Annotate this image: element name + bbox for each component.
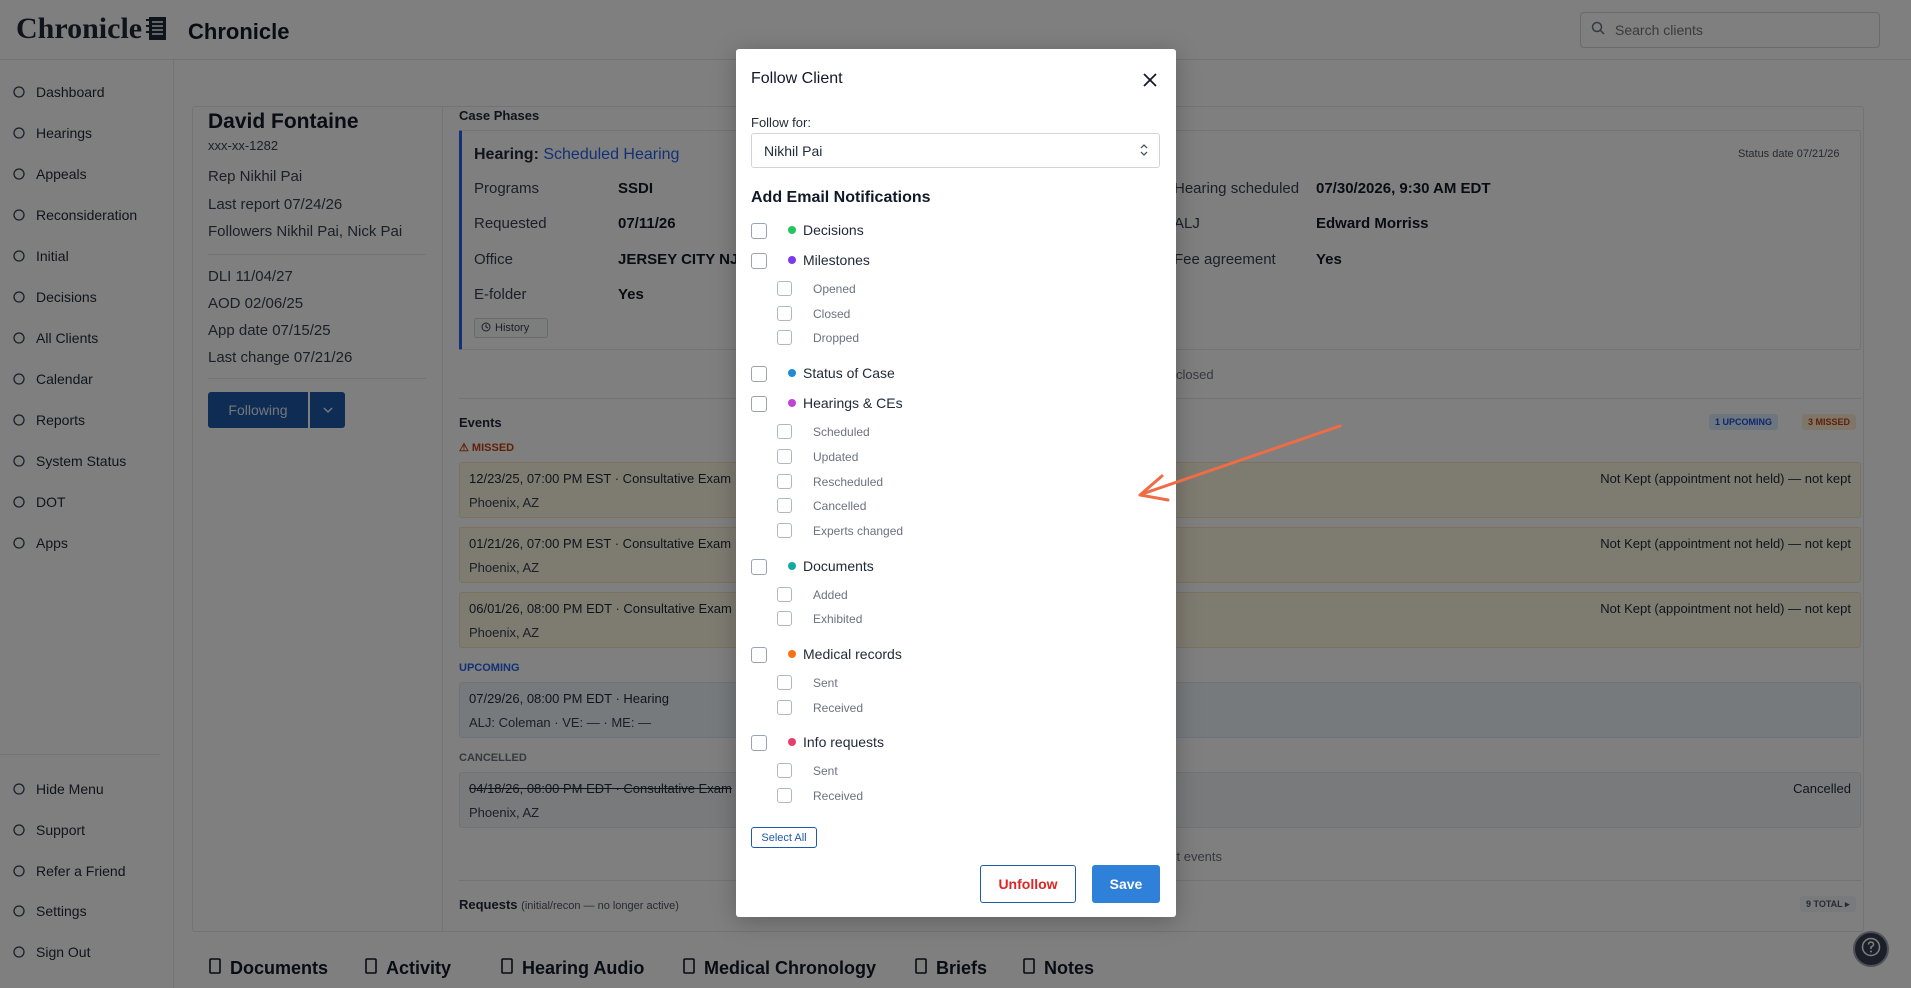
category-color-dot bbox=[788, 369, 796, 378]
follow-for-label: Follow for: bbox=[751, 115, 811, 130]
unfollow-button[interactable]: Unfollow bbox=[980, 865, 1076, 903]
subcategory-label: Received bbox=[813, 700, 864, 715]
select-all-button[interactable]: Select All bbox=[751, 827, 817, 848]
category-label: Status of Case bbox=[803, 365, 895, 382]
notification-category: Status of Case bbox=[788, 365, 895, 381]
category-checkbox[interactable] bbox=[751, 558, 767, 575]
subcategory-label: Rescheduled bbox=[813, 474, 884, 489]
category-label: Milestones bbox=[803, 252, 870, 268]
subcategory-label: Dropped bbox=[813, 331, 860, 346]
category-checkbox[interactable] bbox=[751, 647, 767, 663]
category-color-dot bbox=[788, 650, 796, 658]
chevron-updown-icon bbox=[1139, 143, 1149, 160]
subcategory-checkbox[interactable] bbox=[777, 675, 792, 690]
notification-category: Decisions bbox=[788, 222, 864, 238]
category-color-dot bbox=[788, 256, 796, 264]
annotation-arrow bbox=[1138, 424, 1342, 502]
subcategory-checkbox[interactable] bbox=[777, 424, 792, 440]
category-color-dot bbox=[788, 738, 796, 747]
follow-for-select[interactable]: Nikhil Pai bbox=[751, 133, 1160, 168]
subcategory-label: Received bbox=[813, 789, 864, 804]
subcategory-label: Opened bbox=[813, 282, 856, 296]
subcategory-label: Closed bbox=[813, 306, 851, 321]
category-color-dot bbox=[788, 226, 796, 234]
category-label: Documents bbox=[803, 557, 874, 574]
email-notifications-title: Add Email Notifications bbox=[751, 189, 931, 206]
notification-category: Medical records bbox=[788, 646, 902, 662]
category-checkbox[interactable] bbox=[751, 366, 767, 383]
subcategory-label: Updated bbox=[813, 449, 859, 464]
category-checkbox[interactable] bbox=[751, 735, 767, 752]
subcategory-label: Sent bbox=[813, 764, 838, 779]
follow-client-modal: Follow Client Follow for: Nikhil Pai Add… bbox=[736, 49, 1176, 917]
notification-category: Milestones bbox=[788, 252, 870, 268]
subcategory-label: Sent bbox=[813, 676, 838, 690]
subcategory-label: Added bbox=[813, 587, 848, 602]
notification-category: Documents bbox=[788, 558, 874, 574]
follow-for-value: Nikhil Pai bbox=[764, 142, 823, 159]
subcategory-checkbox[interactable] bbox=[777, 498, 792, 514]
subcategory-checkbox[interactable] bbox=[777, 611, 792, 627]
category-label: Info requests bbox=[803, 734, 884, 751]
subcategory-checkbox[interactable] bbox=[777, 281, 792, 296]
notification-category: Info requests bbox=[788, 734, 884, 750]
category-checkbox[interactable] bbox=[751, 253, 767, 269]
subcategory-checkbox[interactable] bbox=[777, 473, 792, 489]
subcategory-checkbox[interactable] bbox=[777, 330, 792, 346]
category-label: Decisions bbox=[803, 222, 864, 238]
subcategory-label: Cancelled bbox=[813, 499, 867, 514]
subcategory-label: Experts changed bbox=[813, 523, 904, 538]
subcategory-checkbox[interactable] bbox=[777, 448, 792, 464]
subcategory-checkbox[interactable] bbox=[777, 699, 792, 715]
subcategory-label: Scheduled bbox=[813, 425, 870, 440]
subcategory-checkbox[interactable] bbox=[777, 763, 792, 779]
subcategory-checkbox[interactable] bbox=[777, 788, 792, 804]
subcategory-checkbox[interactable] bbox=[777, 522, 792, 538]
category-label: Hearings & CEs bbox=[803, 395, 903, 412]
notification-category: Hearings & CEs bbox=[788, 395, 903, 411]
category-label: Medical records bbox=[803, 646, 902, 662]
category-checkbox[interactable] bbox=[751, 223, 767, 239]
category-color-dot bbox=[788, 561, 796, 570]
save-button[interactable]: Save bbox=[1092, 865, 1160, 903]
category-color-dot bbox=[788, 399, 796, 408]
category-checkbox[interactable] bbox=[751, 396, 767, 413]
subcategory-checkbox[interactable] bbox=[777, 586, 792, 602]
subcategory-label: Exhibited bbox=[813, 612, 863, 627]
subcategory-checkbox[interactable] bbox=[777, 305, 792, 321]
close-icon[interactable] bbox=[1141, 71, 1159, 89]
modal-title: Follow Client bbox=[751, 70, 843, 87]
